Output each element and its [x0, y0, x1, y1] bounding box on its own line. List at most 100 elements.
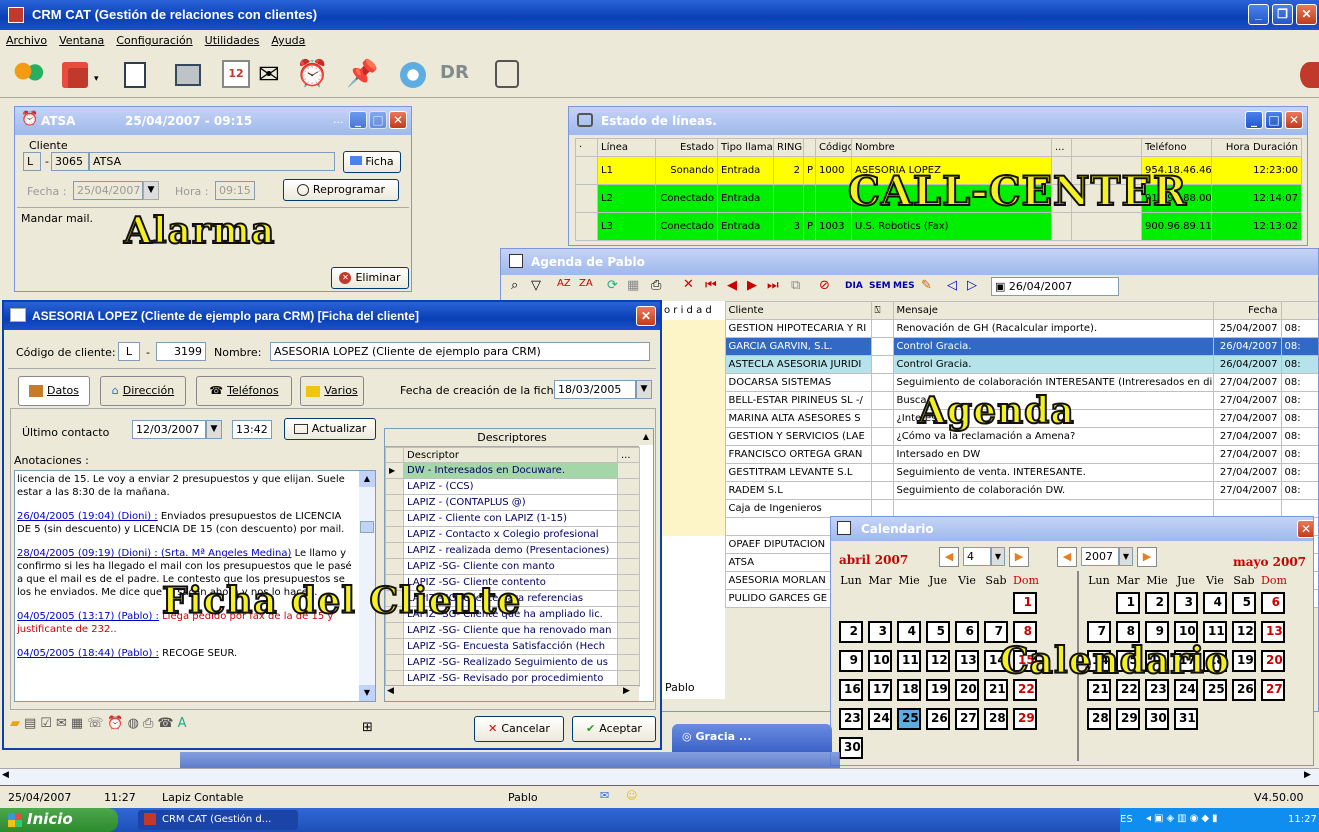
calendar-day[interactable]: 18	[897, 679, 921, 701]
dropdown-arrow-icon[interactable]: ▾	[94, 74, 99, 84]
prev-icon[interactable]: ◀	[727, 278, 737, 293]
actualizar-button[interactable]: Actualizar	[284, 418, 376, 440]
next-month-icon[interactable]: ▶	[1009, 547, 1029, 567]
prev-year-icon[interactable]: ◀	[1057, 547, 1077, 567]
mdi-hscroll[interactable]: ◀ ▶	[0, 768, 1319, 785]
task-icon[interactable]: ☑	[40, 716, 56, 731]
restore-button[interactable]: ❐	[1272, 4, 1293, 25]
calendar-day[interactable]: 20	[955, 679, 979, 701]
calendar-day[interactable]: 31	[1174, 708, 1198, 730]
agenda-row[interactable]: GARCIA GARVIN, S.L. Control Gracia. 26/04/…	[661, 337, 1318, 356]
ultimo-hora-field[interactable]: 13:42	[232, 420, 272, 439]
minimize-button[interactable]: _	[1248, 4, 1269, 25]
fecha-field[interactable]: 25/04/2007	[73, 181, 143, 200]
close-button[interactable]: ✕	[389, 111, 407, 129]
prev-day-icon[interactable]: ◁	[947, 278, 957, 293]
agenda-row[interactable]: DOCARSA SISTEMAS Seguimiento de colaborac…	[661, 373, 1318, 392]
calendar-day[interactable]: 9	[839, 650, 863, 672]
scroll-up-icon[interactable]: ▲	[359, 471, 375, 487]
start-button[interactable]: Inicio	[0, 808, 118, 832]
ficha-button[interactable]: Ficha	[343, 151, 401, 173]
note-header[interactable]: 04/05/2005 (18:44) (Pablo) :	[17, 648, 159, 659]
descriptor-row[interactable]: LAPIZ -SG- Realizado Seguimiento de us	[385, 654, 640, 671]
calendar-day[interactable]: 4	[897, 621, 921, 643]
col-ring[interactable]: RING	[773, 138, 804, 157]
agenda-row[interactable]: GESTITRAM LEVANTE S.L Seguimiento de vent…	[661, 463, 1318, 482]
tab-mes[interactable]: MES	[893, 281, 915, 291]
phone-icon[interactable]	[495, 60, 519, 88]
dropdown-arrow-icon[interactable]: ▼	[206, 420, 222, 439]
ultimo-fecha-field[interactable]: 12/03/2007	[132, 420, 206, 439]
globe-icon[interactable]: ◍	[128, 716, 143, 731]
calendar-day[interactable]: 27	[1261, 679, 1285, 701]
calendar-day[interactable]: 29	[1013, 708, 1037, 730]
alarm-clock-icon[interactable]: ⏰	[107, 716, 127, 731]
maximize-button[interactable]: □	[369, 111, 387, 129]
lang-indicator[interactable]: ES	[1120, 814, 1133, 825]
tab-varios[interactable]: Varios	[300, 376, 364, 406]
col-nombre[interactable]: Nombre	[851, 138, 1052, 157]
mail-status-icon[interactable]: ✉	[600, 789, 609, 802]
menu-item[interactable]: Utilidades	[205, 34, 260, 47]
dropdown-arrow-icon[interactable]: ▼	[143, 181, 159, 200]
minimize-button[interactable]: _	[349, 111, 367, 129]
col-linea[interactable]: Línea	[597, 138, 656, 157]
col-hora-duracion[interactable]: Hora Duración	[1211, 138, 1302, 157]
calendar-day[interactable]: 28	[1087, 708, 1111, 730]
calendar-day[interactable]: 22	[1116, 679, 1140, 701]
col-fecha[interactable]: Fecha	[1212, 301, 1282, 320]
calendar-day[interactable]: 3	[1174, 592, 1198, 614]
calendar-day[interactable]: 2	[1145, 592, 1169, 614]
telephone-icon[interactable]: ☎	[157, 716, 177, 731]
task-icon[interactable]	[124, 62, 146, 88]
descriptor-row[interactable]: LAPIZ -SG- Encuesta Satisfacción (Hech	[385, 638, 640, 655]
prev-month-icon[interactable]: ◀	[939, 547, 959, 567]
calendar-day[interactable]: 19	[926, 679, 950, 701]
cube-icon[interactable]	[62, 62, 88, 88]
mail-icon[interactable]: ✉	[258, 62, 280, 88]
calendar-day[interactable]: 11	[897, 650, 921, 672]
descriptor-row[interactable]: LAPIZ - realizada demo (Presentaciones)	[385, 542, 640, 559]
col-mensaje[interactable]: Mensaje	[892, 301, 1214, 320]
nombre-field[interactable]: ASESORIA LOPEZ (Cliente de ejemplo para …	[270, 342, 650, 361]
calendar-day[interactable]: 20	[1261, 650, 1285, 672]
calendar-day[interactable]: 25	[897, 708, 921, 730]
menu-item[interactable]: Archivo	[6, 34, 47, 47]
note-header[interactable]: 04/05/2005 (13:17) (Pablo) :	[17, 611, 159, 622]
calendar-day[interactable]: 2	[839, 621, 863, 643]
dr-icon[interactable]: DR	[440, 62, 469, 83]
scroll-right-icon[interactable]: ▶	[1304, 770, 1311, 780]
calendar-day[interactable]: 19	[1232, 650, 1256, 672]
grid-icon[interactable]: ▦	[627, 278, 639, 293]
calendar-day[interactable]: 17	[868, 679, 892, 701]
first-icon[interactable]: ⏮	[705, 278, 717, 293]
descriptor-row[interactable]: LAPIZ -SG- Cliente con manto	[385, 558, 640, 575]
alarm-clock-icon[interactable]: ⏰	[296, 60, 328, 88]
dropdown-arrow-icon[interactable]: ▼	[991, 547, 1005, 566]
fecha-creacion-field[interactable]: 18/03/2005	[554, 380, 636, 399]
document-icon[interactable]: ▤	[24, 716, 40, 731]
sort-za-icon[interactable]: ZA	[579, 278, 593, 289]
calendar-day[interactable]: 13	[955, 650, 979, 672]
menu-item[interactable]: Ventana	[59, 34, 104, 47]
agenda-row[interactable]: ASTECLA ASESORIA JURIDI Control Gracia. 26…	[661, 355, 1318, 374]
more-icon[interactable]: ...	[333, 113, 344, 126]
calendar-day[interactable]: 30	[1145, 708, 1169, 730]
phone-icon[interactable]: ☏	[87, 716, 107, 731]
mail-icon[interactable]: ✉	[56, 716, 71, 731]
calendar-day[interactable]: 26	[1232, 679, 1256, 701]
calendar-day[interactable]: 1	[1013, 592, 1037, 614]
maximize-button[interactable]: □	[1265, 111, 1283, 129]
month-spin[interactable]: 4	[963, 547, 991, 566]
col-attach[interactable]: ⍂	[870, 301, 894, 320]
calendar-day[interactable]: 27	[955, 708, 979, 730]
dropdown-arrow-icon[interactable]: ▼	[1119, 547, 1133, 566]
eliminar-button[interactable]: ✕ Eliminar	[331, 267, 409, 289]
next-day-icon[interactable]: ▷	[967, 278, 977, 293]
cliente-num-field[interactable]: 3065	[51, 152, 89, 171]
calendar-day[interactable]: 28	[984, 708, 1008, 730]
tab-direccion[interactable]: ⌂ Dirección	[100, 376, 186, 406]
agenda-row[interactable]: RADEM S.L Seguimiento de colaboración DW.…	[661, 481, 1318, 500]
tab-telefonos[interactable]: ☎ Teléfonos	[196, 376, 292, 406]
descriptor-row[interactable]: LAPIZ - Contacto x Colegio profesional	[385, 526, 640, 543]
